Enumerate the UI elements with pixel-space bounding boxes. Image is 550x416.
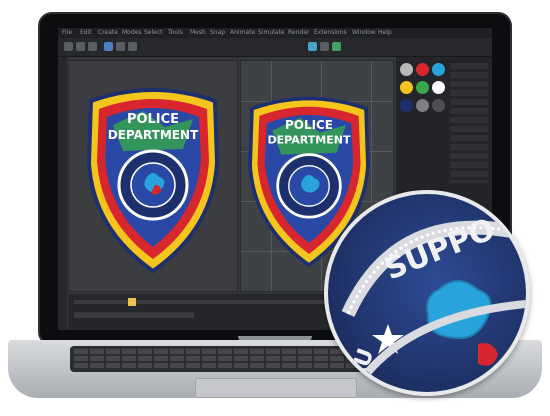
menu-create[interactable]: Create	[98, 29, 118, 36]
patch-render: POLICE DEPARTMENT	[86, 88, 220, 274]
status-bar	[74, 312, 194, 318]
camera-icon[interactable]	[116, 42, 125, 51]
menu-snap[interactable]: Snap	[210, 29, 225, 36]
menu-edit[interactable]: Edit	[80, 29, 92, 36]
zoom-text-top: SUPPO	[380, 212, 500, 288]
material-swatch[interactable]	[416, 99, 429, 112]
patch-title-2: DEPARTMENT	[108, 128, 199, 142]
material-swatch[interactable]	[432, 81, 445, 94]
material-swatch[interactable]	[416, 63, 429, 76]
material-swatch[interactable]	[400, 63, 413, 76]
playhead[interactable]	[128, 298, 136, 306]
trackpad	[195, 378, 357, 398]
zoom-detail: SUPPO AU	[341, 212, 526, 386]
move-icon[interactable]	[64, 42, 73, 51]
render-viewport[interactable]: POLICE DEPARTMENT	[68, 60, 238, 292]
patch-model-title-1: POLICE	[285, 118, 333, 132]
menu-help[interactable]: Help	[378, 29, 392, 36]
viewport-filter-icon[interactable]	[332, 42, 341, 51]
viewport-mode-icon[interactable]	[308, 42, 317, 51]
menu-simulate[interactable]: Simulate	[258, 29, 285, 36]
rotate-icon[interactable]	[76, 42, 85, 51]
viewport-option-icon[interactable]	[320, 42, 329, 51]
left-tool-strip	[58, 57, 67, 330]
material-swatch[interactable]	[400, 99, 413, 112]
menu-file[interactable]: File	[62, 29, 72, 36]
material-swatch[interactable]	[400, 81, 413, 94]
menu-tools[interactable]: Tools	[168, 29, 183, 36]
police-patch: POLICE DEPARTMENT	[86, 88, 220, 274]
menu-render[interactable]: Render	[288, 29, 309, 36]
toolbar	[58, 38, 492, 57]
patch-title-1: POLICE	[127, 112, 179, 127]
material-swatch[interactable]	[432, 99, 445, 112]
menu-extensions[interactable]: Extensions	[314, 29, 347, 36]
menu-mesh[interactable]: Mesh	[190, 29, 206, 36]
render-icon[interactable]	[104, 42, 113, 51]
embroidery-zoom: SUPPO AU	[324, 190, 530, 396]
menu-modes[interactable]: Modes	[122, 29, 141, 36]
scale-icon[interactable]	[88, 42, 97, 51]
menu-window[interactable]: Window	[352, 29, 376, 36]
patch-model-title-2: DEPARTMENT	[267, 134, 351, 147]
object-list[interactable]	[450, 63, 488, 183]
menu-animate[interactable]: Animate	[230, 29, 255, 36]
light-icon[interactable]	[128, 42, 137, 51]
menu-select[interactable]: Select	[144, 29, 163, 36]
material-swatch[interactable]	[432, 63, 445, 76]
material-swatch[interactable]	[416, 81, 429, 94]
menu-bar: File Edit Create Modes Select Tools Mesh…	[58, 28, 492, 38]
